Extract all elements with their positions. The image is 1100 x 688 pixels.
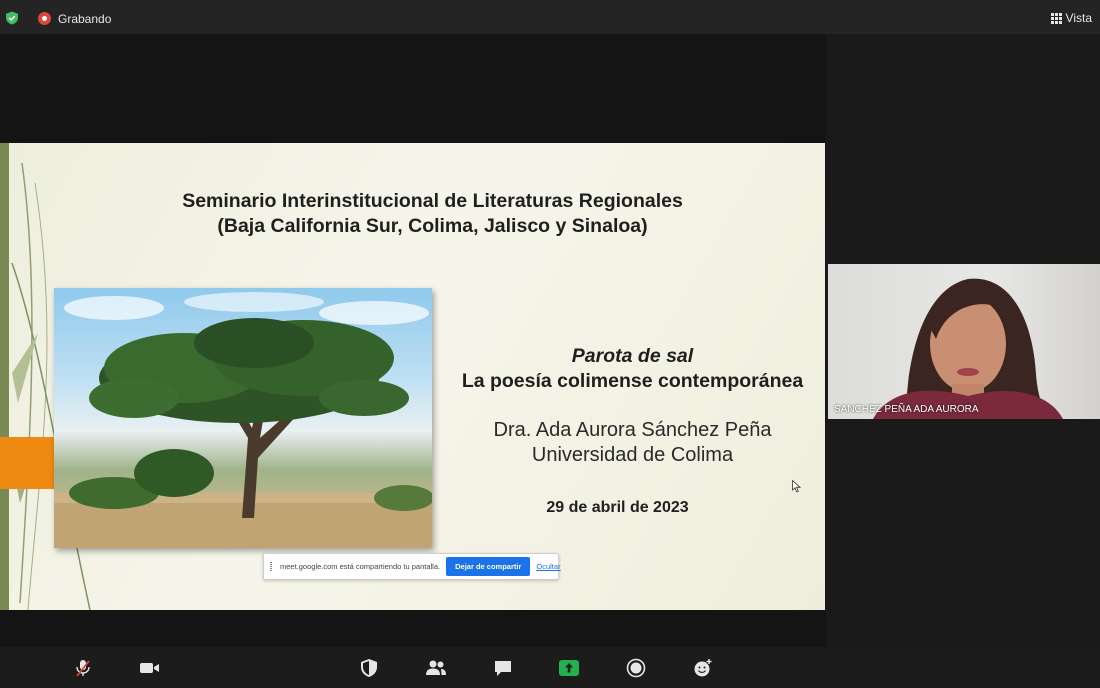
recording-label[interactable]: Grabando [58, 12, 111, 26]
event-date: 29 de abril de 2023 [546, 499, 689, 516]
microphone-muted-icon[interactable] [72, 657, 94, 679]
recording-indicator-icon[interactable] [38, 12, 51, 25]
drag-handle-icon[interactable] [270, 562, 272, 571]
parota-tree-photo [54, 288, 432, 548]
talk-subtitle: La poesía colimense contemporánea [461, 370, 804, 392]
share-screen-icon[interactable] [558, 657, 580, 679]
presentation-slide: Seminario Interinstitucional de Literatu… [0, 143, 825, 610]
talk-title: Parota de sal [571, 345, 694, 367]
view-button[interactable]: Vista [1050, 11, 1092, 25]
screen-share-banner: meet.google.com está compartiendo tu pan… [263, 553, 561, 580]
mouse-cursor-icon [792, 480, 801, 493]
stop-sharing-button[interactable]: Dejar de compartir [446, 557, 531, 576]
participant-name: SANCHEZ PEÑA ADA AURORA [834, 404, 979, 415]
shared-screen-area: Seminario Interinstitucional de Literatu… [0, 34, 826, 647]
security-shield-icon[interactable] [358, 657, 380, 679]
chat-icon[interactable] [492, 657, 514, 679]
view-label: Vista [1065, 11, 1092, 25]
record-icon[interactable] [625, 657, 647, 679]
encryption-shield-icon[interactable] [5, 11, 19, 25]
meeting-topbar: Grabando Vista [0, 0, 1100, 34]
camera-icon[interactable] [139, 657, 161, 679]
speaker-name: Dra. Ada Aurora Sánchez Peña [493, 419, 772, 441]
slide-title-line2: (Baja California Sur, Colima, Jalisco y … [217, 215, 648, 237]
slide-title-line1: Seminario Interinstitucional de Literatu… [182, 190, 683, 212]
hide-banner-link[interactable]: Ocultar [536, 562, 560, 571]
speaker-university: Universidad de Colima [531, 444, 734, 466]
participant-video-tile[interactable]: SANCHEZ PEÑA ADA AURORA [828, 264, 1100, 419]
slide-accent-block [0, 437, 54, 489]
reactions-icon[interactable] [692, 657, 714, 679]
participants-icon[interactable] [425, 657, 447, 679]
participant-video-avatar [873, 278, 1063, 419]
share-banner-message: meet.google.com está compartiendo tu pan… [280, 562, 441, 571]
grid-view-icon [1050, 12, 1062, 24]
meeting-toolbar [0, 648, 1100, 688]
